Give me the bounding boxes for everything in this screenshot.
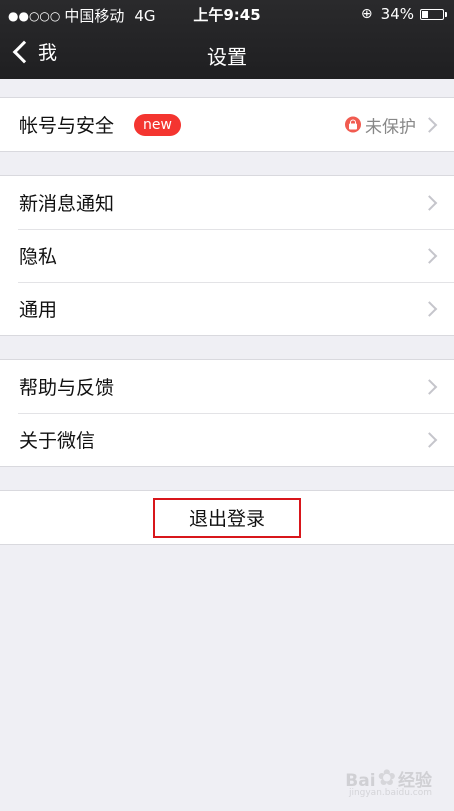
settings-item-label: 新消息通知: [19, 193, 115, 215]
settings-item-about-wechat[interactable]: 关于微信: [0, 413, 454, 466]
settings-item-account-security[interactable]: 帐号与安全 new 未保护: [0, 98, 454, 151]
settings-item-label: 隐私: [19, 246, 58, 268]
rotation-lock-icon: ⊕: [360, 6, 373, 22]
navigation-bar: 我 设置: [0, 28, 454, 79]
general-group: 新消息通知 隐私 通用: [0, 175, 454, 336]
chevron-right-icon: [421, 116, 438, 133]
battery-fill: [422, 10, 429, 18]
new-badge: new: [134, 113, 181, 136]
settings-item-label: 通用: [19, 299, 58, 321]
protection-status-text: 未保护: [365, 117, 416, 137]
chevron-right-icon: [421, 300, 438, 317]
chevron-right-icon: [421, 194, 438, 211]
top-bar: ●●○○○ 中国移动 4G 上午9:45 ⊕ 34% 我 设置: [0, 0, 454, 79]
chevron-right-icon: [421, 431, 438, 448]
chevron-right-icon: [421, 378, 438, 395]
battery-icon: [420, 8, 447, 20]
logout-group: 退出登录: [0, 490, 454, 545]
status-right: ⊕ 34%: [360, 5, 447, 23]
settings-item-general[interactable]: 通用: [0, 282, 454, 335]
protection-status: 未保护: [345, 112, 416, 137]
watermark-sub: jingyan.baidu.com: [348, 788, 432, 798]
settings-item-privacy[interactable]: 隐私: [0, 229, 454, 282]
baidu-watermark: Bai ✿ 经验 jingyan.baidu.com: [345, 766, 432, 798]
settings-item-label: 关于微信: [19, 430, 96, 452]
settings-item-label: 帮助与反馈: [19, 377, 115, 399]
lock-icon: [345, 116, 361, 133]
settings-item-label: 帐号与安全: [19, 115, 115, 137]
chevron-right-icon: [421, 247, 438, 264]
settings-item-notifications[interactable]: 新消息通知: [0, 176, 454, 229]
status-bar: ●●○○○ 中国移动 4G 上午9:45 ⊕ 34%: [0, 0, 454, 28]
logout-highlight-box: 退出登录: [153, 497, 301, 538]
account-group: 帐号与安全 new 未保护: [0, 97, 454, 152]
battery-percent: 34%: [380, 5, 414, 23]
about-group: 帮助与反馈 关于微信: [0, 359, 454, 467]
logout-label: 退出登录: [188, 508, 265, 530]
settings-item-help-feedback[interactable]: 帮助与反馈: [0, 360, 454, 413]
logout-button[interactable]: 退出登录: [0, 491, 454, 544]
page-title: 设置: [207, 45, 247, 69]
